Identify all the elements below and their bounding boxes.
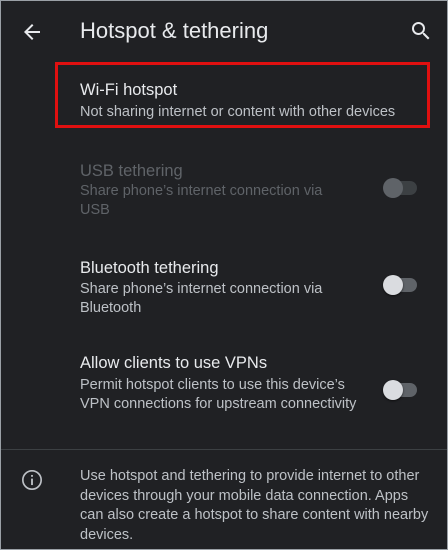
search-icon: [412, 22, 430, 40]
usb-tethering-item: USB tethering Share phone’s internet con…: [1, 149, 447, 229]
info-icon: [22, 470, 42, 490]
vpn-clients-switch[interactable]: [383, 380, 419, 400]
footer-description: Use hotspot and tethering to provide int…: [80, 468, 429, 543]
usb-tethering-summary: Share phone’s internet connection via US…: [80, 183, 323, 218]
vpn-clients-title: Allow clients to use VPNs: [80, 354, 268, 372]
arrow-back-icon: [24, 24, 40, 40]
bluetooth-tethering-title: Bluetooth tethering: [80, 259, 219, 277]
page-title: Hotspot & tethering: [80, 18, 269, 43]
switch-thumb: [383, 380, 403, 400]
usb-tethering-switch: [383, 178, 419, 198]
usb-tethering-title: USB tethering: [80, 162, 183, 180]
bluetooth-tethering-switch[interactable]: [383, 275, 419, 295]
bluetooth-tethering-item[interactable]: Bluetooth tethering Share phone’s intern…: [1, 247, 447, 327]
switch-thumb: [383, 178, 403, 198]
highlight-annotation: [55, 62, 430, 128]
search-button[interactable]: [401, 11, 441, 51]
vpn-clients-summary: Permit hotspot clients to use this devic…: [80, 377, 357, 412]
vpn-clients-item[interactable]: Allow clients to use VPNs Permit hotspot…: [1, 341, 447, 441]
bluetooth-tethering-summary: Share phone’s internet connection via Bl…: [80, 281, 323, 316]
divider: [1, 449, 447, 450]
app-bar: Hotspot & tethering: [1, 1, 447, 61]
back-button[interactable]: [13, 13, 51, 51]
settings-screen: Hotspot & tethering Wi-Fi hotspot Not sh…: [0, 0, 448, 550]
switch-thumb: [383, 275, 403, 295]
